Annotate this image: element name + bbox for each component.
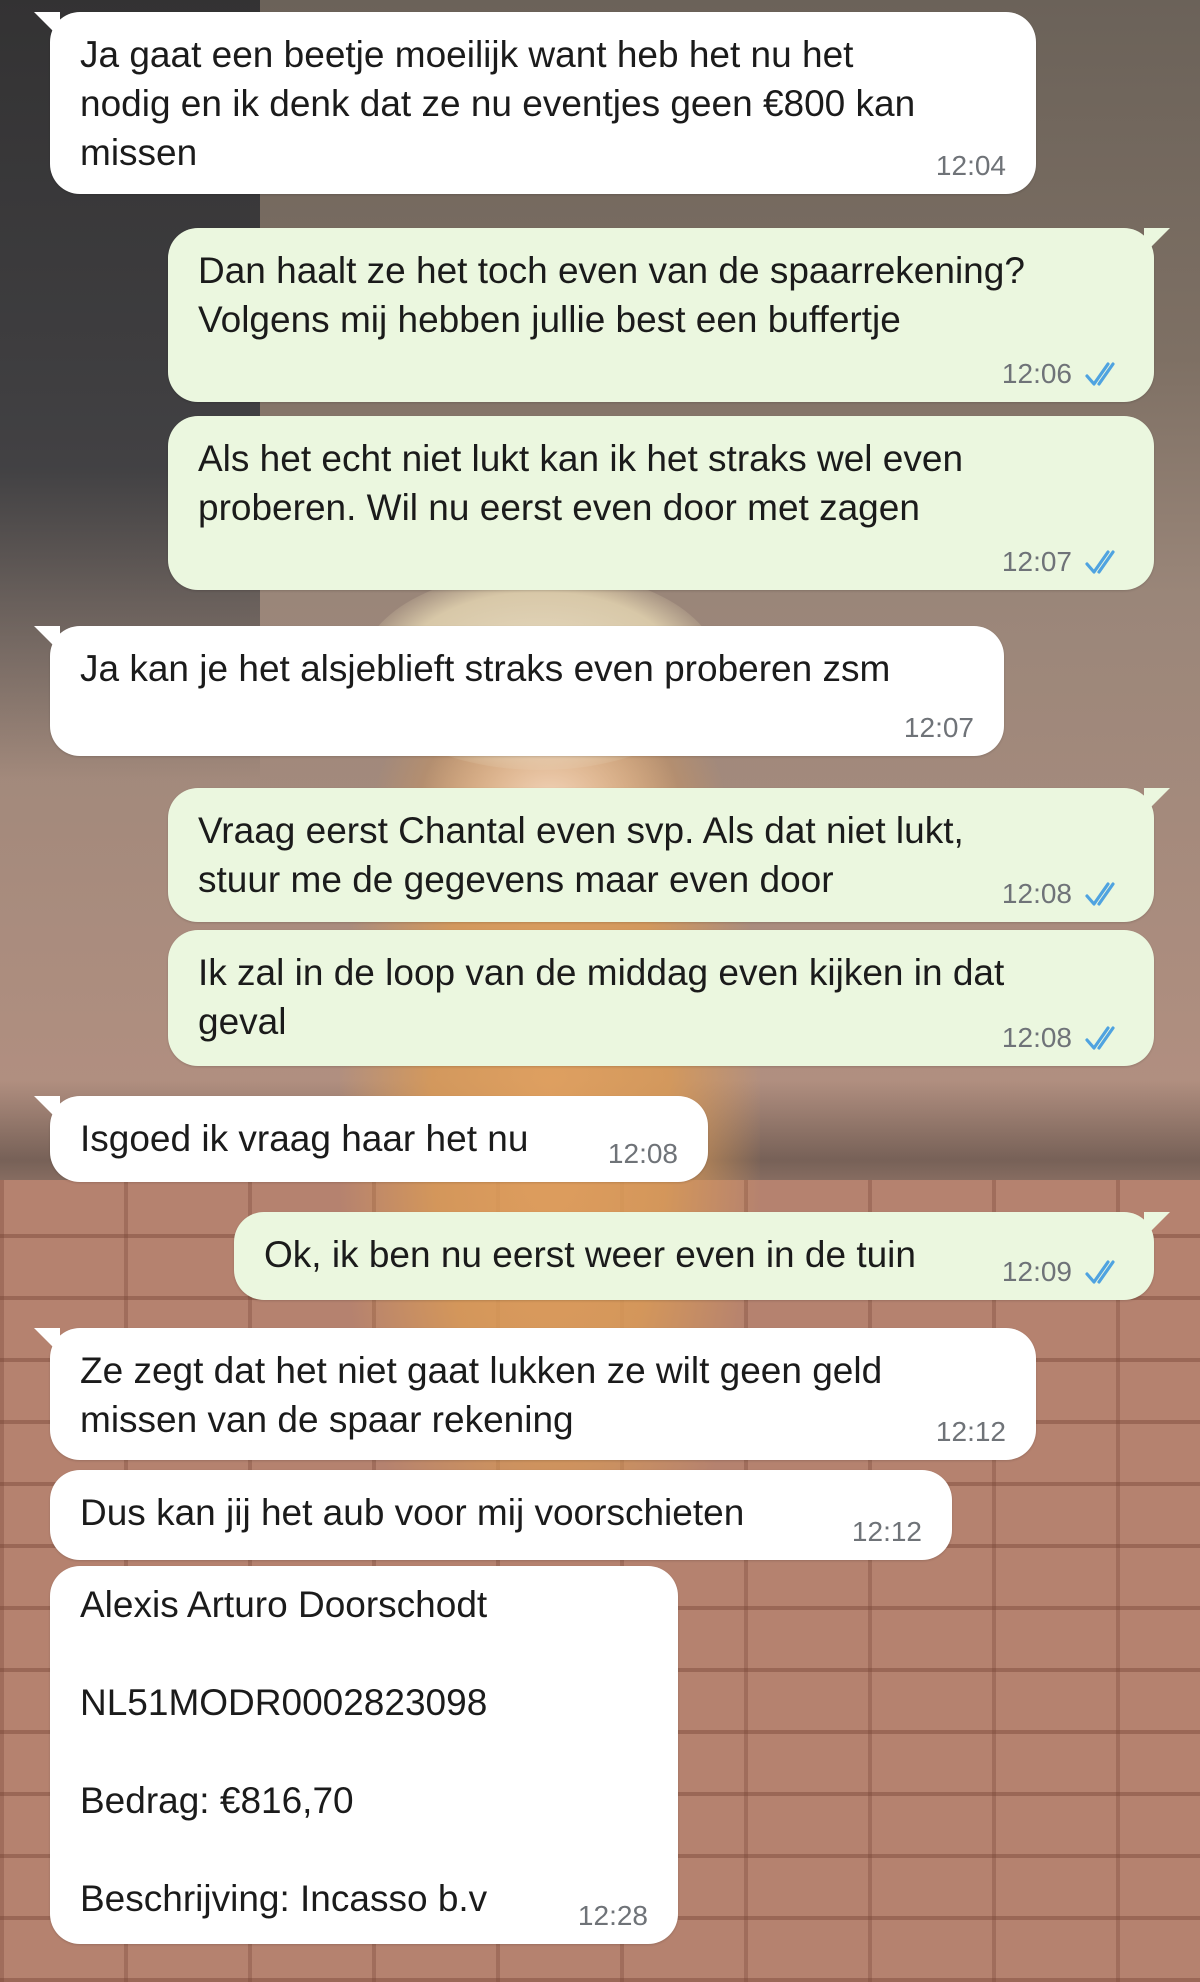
- message-text: Vraag eerst Chantal even svp. Als dat ni…: [198, 810, 964, 900]
- message-time: 12:28: [577, 1900, 648, 1931]
- payee-iban: NL51MODR0002823098: [80, 1682, 488, 1723]
- message-bubble-outgoing[interactable]: Als het echt niet lukt kan ik het straks…: [168, 416, 1154, 590]
- message-bubble-incoming[interactable]: Isgoed ik vraag haar het nu 12:08: [34, 1096, 708, 1182]
- message-time: 12:04: [935, 150, 1006, 181]
- message-meta: 12:28: [578, 1900, 648, 1932]
- message-bubble-outgoing[interactable]: Ok, ik ben nu eerst weer even in de tuin…: [234, 1212, 1170, 1300]
- message-time: 12:07: [1001, 546, 1072, 577]
- double-check-icon: [1084, 360, 1124, 388]
- message-bubble-outgoing[interactable]: Dan haalt ze het toch even van de spaarr…: [168, 228, 1170, 402]
- message-bubble-incoming[interactable]: Dus kan jij het aub voor mij voorschiete…: [50, 1470, 952, 1560]
- message-text: Als het echt niet lukt kan ik het straks…: [198, 438, 964, 528]
- message-time: 12:09: [1001, 1256, 1072, 1287]
- payment-amount: Bedrag: €816,70: [80, 1780, 354, 1821]
- double-check-icon: [1084, 548, 1124, 576]
- double-check-icon: [1084, 1258, 1124, 1286]
- message-text: Ja gaat een beetje moeilijk want heb het…: [80, 34, 916, 173]
- double-check-icon: [1084, 1024, 1124, 1052]
- double-check-icon: [1084, 880, 1124, 908]
- message-meta: 12:07: [1002, 546, 1124, 578]
- message-bubble-outgoing[interactable]: Ik zal in de loop van de middag even kij…: [168, 930, 1154, 1066]
- message-text: Dan haalt ze het toch even van de spaarr…: [198, 250, 1025, 340]
- message-bubble-outgoing[interactable]: Vraag eerst Chantal even svp. Als dat ni…: [168, 788, 1170, 922]
- message-text: Isgoed ik vraag haar het nu: [80, 1118, 529, 1159]
- message-bubble-incoming[interactable]: Ze zegt dat het niet gaat lukken ze wilt…: [34, 1328, 1036, 1460]
- message-meta: 12:06: [1002, 358, 1124, 390]
- payment-description: Beschrijving: Incasso b.v: [80, 1878, 488, 1919]
- message-time: 12:08: [1001, 878, 1072, 909]
- message-meta: 12:07: [904, 712, 974, 744]
- message-meta: 12:08: [1002, 1022, 1124, 1054]
- message-time: 12:07: [903, 712, 974, 743]
- message-time: 12:08: [1001, 1022, 1072, 1053]
- message-text: Dus kan jij het aub voor mij voorschiete…: [80, 1492, 745, 1533]
- message-meta: 12:04: [936, 150, 1006, 182]
- message-meta: 12:08: [608, 1138, 678, 1170]
- message-meta: 12:09: [1002, 1256, 1124, 1288]
- message-text: Ik zal in de loop van de middag even kij…: [198, 952, 1005, 1042]
- message-meta: 12:12: [852, 1516, 922, 1548]
- message-bubble-incoming[interactable]: Ja gaat een beetje moeilijk want heb het…: [34, 12, 1036, 194]
- message-time: 12:06: [1001, 358, 1072, 389]
- message-time: 12:12: [935, 1416, 1006, 1447]
- message-bubble-incoming[interactable]: Alexis Arturo Doorschodt NL51MODR0002823…: [50, 1566, 678, 1944]
- message-text: Ze zegt dat het niet gaat lukken ze wilt…: [80, 1350, 883, 1440]
- message-list[interactable]: Ja gaat een beetje moeilijk want heb het…: [0, 0, 1200, 1982]
- message-meta: 12:08: [1002, 878, 1124, 910]
- message-text: Ja kan je het alsjeblieft straks even pr…: [80, 648, 891, 689]
- payee-name: Alexis Arturo Doorschodt: [80, 1584, 488, 1625]
- message-text: Ok, ik ben nu eerst weer even in de tuin: [264, 1234, 916, 1275]
- message-bubble-incoming[interactable]: Ja kan je het alsjeblieft straks even pr…: [34, 626, 1004, 756]
- message-meta: 12:12: [936, 1416, 1006, 1448]
- message-time: 12:12: [851, 1516, 922, 1547]
- message-time: 12:08: [607, 1138, 678, 1169]
